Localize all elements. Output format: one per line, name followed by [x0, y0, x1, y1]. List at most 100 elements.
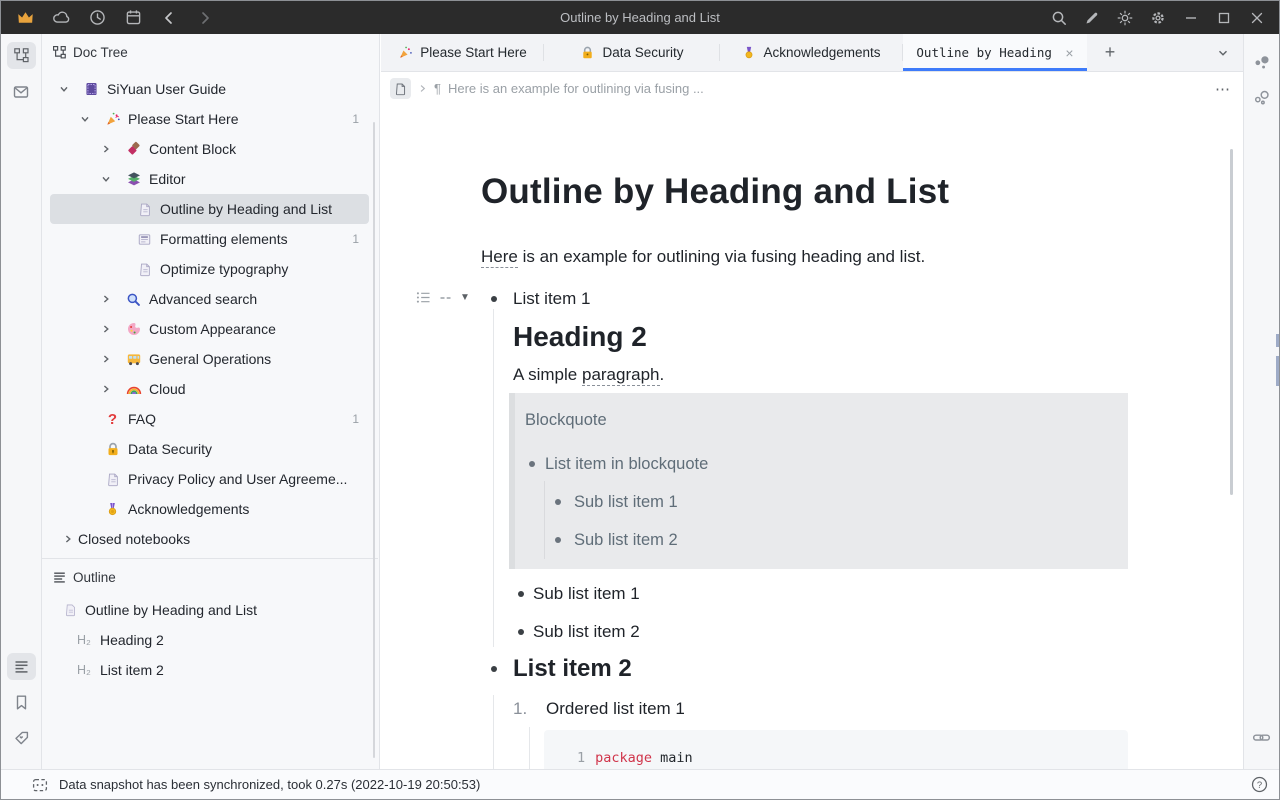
breadcrumb-text[interactable]: Here is an example for outlining via fus… — [448, 81, 704, 96]
editor-scrollbar[interactable] — [1230, 149, 1233, 495]
history-icon[interactable] — [83, 5, 111, 31]
sub-list-item-1[interactable]: Sub list item 1 — [518, 582, 640, 606]
tab-data-security[interactable]: Data Security — [544, 34, 720, 71]
doctree-item-cloud[interactable]: Cloud — [50, 374, 369, 404]
doctree-item-data-security[interactable]: Data Security — [50, 434, 369, 464]
doctree-item-faq[interactable]: ? FAQ 1 — [50, 404, 369, 434]
chevron-right-icon[interactable] — [95, 144, 117, 154]
heading-2[interactable]: Heading 2 — [513, 319, 647, 355]
edit-pencil-icon[interactable] — [1075, 1, 1108, 34]
doctree-item-label: Optimize typography — [160, 261, 369, 277]
list-item-gutter-icon[interactable] — [440, 296, 451, 300]
tab-close-icon[interactable]: × — [1065, 45, 1073, 61]
graph-view-icon[interactable] — [1248, 50, 1276, 76]
list-item-2-heading[interactable]: List item 2 — [491, 653, 632, 685]
h2-badge: H₂ — [77, 633, 94, 647]
doctree-item-privacy-policy[interactable]: Privacy Policy and User Agreeme... — [50, 464, 369, 494]
help-icon[interactable]: ? — [1250, 775, 1269, 794]
outline-item-label: Outline by Heading and List — [85, 602, 257, 618]
outline-dock-icon[interactable] — [7, 653, 36, 680]
sub-list-item-2[interactable]: Sub list item 2 — [518, 620, 640, 644]
code-block[interactable]: 1package main — [544, 730, 1128, 769]
doctree-item-closed-notebooks[interactable]: Closed notebooks — [50, 524, 369, 554]
doctree-item-formatting-elements[interactable]: Formatting elements 1 — [50, 224, 369, 254]
nav-back-icon[interactable] — [155, 5, 183, 31]
doctree-item-siyuan-user-guide[interactable]: SiYuan User Guide — [50, 74, 369, 104]
doctree-item-outline-by-heading-and-list[interactable]: Outline by Heading and List — [50, 194, 369, 224]
simple-paragraph[interactable]: A simple paragraph. — [513, 363, 664, 387]
doctree-item-editor[interactable]: Editor — [50, 164, 369, 194]
document-icon — [136, 202, 153, 217]
blockquote-list-item[interactable]: List item in blockquote — [529, 453, 708, 476]
party-popper-icon — [104, 111, 121, 127]
chevron-down-icon[interactable] — [95, 174, 117, 184]
doctree-item-acknowledgements[interactable]: Acknowledgements — [50, 494, 369, 524]
tab-please-start-here[interactable]: Please Start Here — [381, 34, 544, 71]
blockquote-sub-item[interactable]: Sub list item 2 — [555, 529, 678, 552]
theme-sun-icon[interactable] — [1108, 1, 1141, 34]
settings-gear-icon[interactable] — [1141, 1, 1174, 34]
breadcrumb-doc-icon[interactable] — [390, 78, 411, 99]
collapse-arrow-icon[interactable]: ▼ — [460, 292, 470, 303]
doctree-item-label: SiYuan User Guide — [107, 81, 369, 97]
doctree-item-optimize-typography[interactable]: Optimize typography — [50, 254, 369, 284]
intro-paragraph[interactable]: Here is an example for outlining via fus… — [481, 245, 925, 269]
inbox-icon[interactable] — [7, 78, 36, 105]
close-icon[interactable] — [1240, 1, 1273, 34]
global-graph-icon[interactable] — [1248, 85, 1276, 111]
block-ref-link[interactable]: paragraph — [582, 365, 660, 386]
doc-title[interactable]: Outline by Heading and List — [481, 169, 949, 215]
doctree-item-advanced-search[interactable]: Advanced search — [50, 284, 369, 314]
list-gutter-icon[interactable] — [416, 291, 431, 304]
intro-rest: is an example for outlining via fusing h… — [518, 247, 925, 266]
chevron-right-icon[interactable] — [63, 534, 73, 544]
doctree-item-label: Closed notebooks — [78, 531, 369, 547]
tab-acknowledgements[interactable]: Acknowledgements — [720, 34, 903, 71]
doctree-item-content-block[interactable]: Content Block — [50, 134, 369, 164]
daily-note-calendar-icon[interactable] — [119, 5, 147, 31]
doctree-item-general-operations[interactable]: General Operations — [50, 344, 369, 374]
blockquote-sub-item[interactable]: Sub list item 1 — [555, 491, 678, 514]
chevron-down-icon[interactable] — [53, 84, 75, 94]
outline-item-document[interactable]: Outline by Heading and List — [42, 595, 378, 625]
doctree-item-label: Privacy Policy and User Agreeme... — [128, 471, 369, 487]
outline-item-heading-2[interactable]: H₂ Heading 2 — [42, 625, 378, 655]
list-item-1[interactable]: List item 1 — [491, 287, 590, 311]
status-bar: Data snapshot has been synchronized, too… — [1, 769, 1279, 799]
search-icon[interactable] — [1042, 1, 1075, 34]
block-ref-link[interactable]: Here — [481, 247, 518, 268]
tab-list-chevron-icon[interactable] — [1203, 34, 1243, 71]
tag-icon[interactable] — [7, 725, 36, 752]
code-line: 1package main — [544, 730, 1128, 766]
chevron-down-icon[interactable] — [74, 114, 96, 124]
more-menu-icon[interactable]: ⋯ — [1215, 80, 1231, 98]
backlinks-icon[interactable] — [1248, 724, 1276, 750]
new-tab-button[interactable]: + — [1087, 34, 1133, 71]
workspace-crown-icon[interactable] — [11, 5, 39, 31]
chevron-right-icon[interactable] — [95, 324, 117, 334]
doctree-item-please-start-here[interactable]: Please Start Here 1 — [50, 104, 369, 134]
chevron-right-icon[interactable] — [95, 354, 117, 364]
outline-item-list-item-2[interactable]: H₂ List item 2 — [42, 655, 378, 685]
nav-forward-icon[interactable] — [191, 5, 219, 31]
minimize-icon[interactable] — [1174, 1, 1207, 34]
doctree-item-custom-appearance[interactable]: Custom Appearance — [50, 314, 369, 344]
sync-cloud-icon[interactable] — [47, 5, 75, 31]
ordered-list-item-1[interactable]: 1. Ordered list item 1 — [513, 697, 685, 721]
doctree-item-label: Content Block — [149, 141, 369, 157]
code-line-number: 1 — [577, 750, 585, 766]
doc-tree-scrollbar[interactable] — [373, 122, 375, 758]
maximize-icon[interactable] — [1207, 1, 1240, 34]
bookmark-icon[interactable] — [7, 689, 36, 716]
bullet-dot — [529, 461, 535, 467]
doctree-item-label: Data Security — [128, 441, 369, 457]
editor-content[interactable]: Outline by Heading and List Here is an e… — [381, 105, 1243, 769]
tab-outline-by-heading-and-list[interactable]: Outline by Heading and List × — [903, 34, 1087, 71]
chevron-right-icon[interactable] — [95, 294, 117, 304]
h2-badge: H₂ — [77, 663, 94, 677]
chevron-right-icon[interactable] — [95, 384, 117, 394]
bullet-dot — [491, 666, 497, 672]
doc-tree-dock-icon[interactable] — [7, 42, 36, 69]
list-guide-line — [544, 481, 545, 559]
blockquote[interactable]: Blockquote List item in blockquote Sub l… — [509, 393, 1128, 569]
